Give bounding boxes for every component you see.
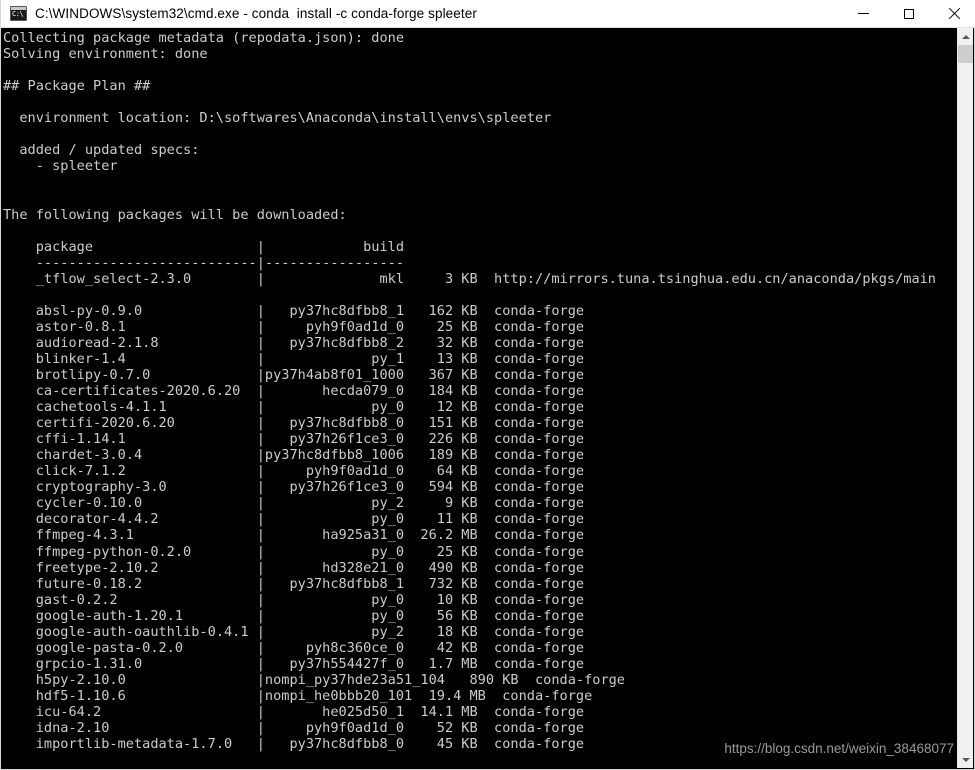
minimize-icon — [858, 13, 869, 14]
scroll-down-button[interactable] — [958, 751, 973, 768]
maximize-icon — [903, 8, 914, 19]
minimize-button[interactable] — [841, 0, 886, 28]
scrollbar-thumb[interactable] — [958, 45, 973, 63]
window-title: C:\WINDOWS\system32\cmd.exe - conda inst… — [35, 6, 477, 21]
close-button[interactable] — [931, 0, 975, 28]
chevron-down-icon — [961, 757, 970, 762]
maximize-button[interactable] — [886, 0, 931, 28]
watermark-url: https://blog.csdn.net/weixin_38468077 — [724, 741, 954, 756]
scroll-up-button[interactable] — [958, 28, 973, 45]
close-icon — [948, 8, 960, 20]
window-controls — [841, 0, 975, 28]
cmd-window: C:\ C:\WINDOWS\system32\cmd.exe - conda … — [0, 0, 975, 770]
cmd-console-icon: C:\ — [10, 6, 27, 21]
scrollbar-track[interactable] — [958, 63, 973, 751]
vertical-scrollbar[interactable] — [957, 28, 973, 768]
window-titlebar[interactable]: C:\ C:\WINDOWS\system32\cmd.exe - conda … — [1, 0, 975, 28]
chevron-up-icon — [961, 34, 970, 39]
cmd-icon-glyph: C:\ — [12, 10, 24, 18]
console-text: Collecting package metadata (repodata.js… — [3, 30, 936, 753]
console-output-area[interactable]: Collecting package metadata (repodata.js… — [2, 28, 959, 768]
